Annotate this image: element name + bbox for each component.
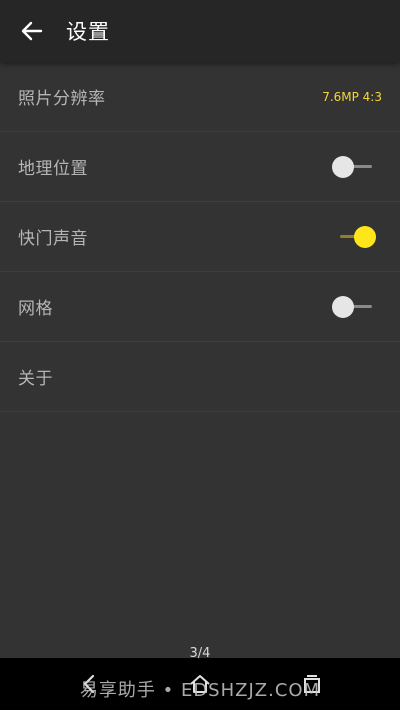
setting-shutter-sound[interactable]: 快门声音 xyxy=(0,202,400,272)
toggle-thumb xyxy=(332,155,354,178)
grid-toggle[interactable] xyxy=(332,295,374,319)
toggle-thumb xyxy=(332,295,354,318)
toggle-thumb xyxy=(354,225,376,248)
setting-about[interactable]: 关于 xyxy=(0,342,400,412)
setting-label: 地理位置 xyxy=(18,159,88,179)
page-title: 设置 xyxy=(66,20,110,44)
setting-label: 照片分辨率 xyxy=(18,89,106,109)
watermark-text: 易享助手 • EDSHZJZ.COM xyxy=(79,680,321,701)
resolution-value: 7.6MP 4:3 xyxy=(322,89,382,104)
settings-list: 照片分辨率 7.6MP 4:3 地理位置 快门声音 网格 关于 xyxy=(0,62,400,412)
setting-location[interactable]: 地理位置 xyxy=(0,132,400,202)
back-button[interactable] xyxy=(12,11,52,51)
system-nav-bar: 易享助手 • EDSHZJZ.COM xyxy=(0,658,400,710)
location-toggle[interactable] xyxy=(332,155,374,179)
setting-label: 快门声音 xyxy=(18,229,88,249)
setting-label: 网格 xyxy=(18,299,53,319)
setting-photo-resolution[interactable]: 照片分辨率 7.6MP 4:3 xyxy=(0,62,400,132)
shutter-sound-toggle[interactable] xyxy=(334,225,376,249)
settings-screen: 设置 照片分辨率 7.6MP 4:3 地理位置 快门声音 网格 关于 3/4 易… xyxy=(0,0,400,710)
setting-grid[interactable]: 网格 xyxy=(0,272,400,342)
app-bar: 设置 xyxy=(0,0,400,62)
setting-label: 关于 xyxy=(18,369,53,389)
arrow-left-icon xyxy=(21,21,43,41)
